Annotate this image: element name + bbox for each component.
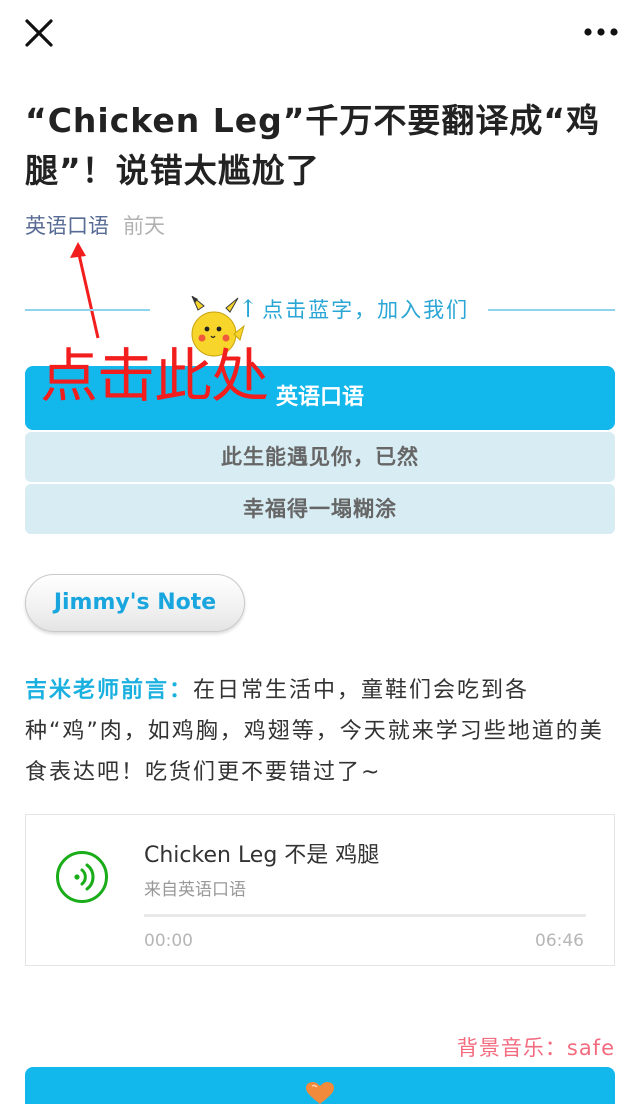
audio-duration: 06:46 xyxy=(535,931,584,951)
follow-hint-label: 点击蓝字，加入我们 xyxy=(262,298,470,322)
audio-current-time: 00:00 xyxy=(144,931,193,951)
banner-line-2: 幸福得一塌糊涂 xyxy=(25,484,615,534)
more-dots-icon[interactable] xyxy=(578,18,624,46)
intro-lead: 吉米老师前言： xyxy=(25,678,194,703)
article-title: “Chicken Leg”千万不要翻译成“鸡腿”！说错太尴尬了 xyxy=(25,101,601,190)
banner-line-1: 此生能遇见你，已然 xyxy=(25,432,615,482)
jimmys-note-button[interactable]: Jimmy's Note xyxy=(25,574,245,632)
follow-hint[interactable]: ↑点击蓝字，加入我们 xyxy=(238,293,469,326)
top-bar xyxy=(0,0,640,70)
heart-icon xyxy=(306,1082,334,1104)
close-icon[interactable] xyxy=(22,16,56,50)
background-music-label[interactable]: 背景音乐：safe xyxy=(457,1032,615,1064)
account-name-link[interactable]: 英语口语 xyxy=(25,214,109,238)
red-arrow-icon xyxy=(70,242,100,339)
audio-player[interactable]: Chicken Leg 不是 鸡腿 来自英语口语 00:00 06:46 xyxy=(25,814,615,966)
publish-date: 前天 xyxy=(123,214,165,238)
audio-play-icon[interactable] xyxy=(55,850,109,904)
divider-left xyxy=(25,309,150,311)
click-here-annotation: 点击此处 xyxy=(40,342,269,410)
intro-paragraph: 吉米老师前言：在日常生活中，童鞋们会吃到各种“鸡”肉，如鸡胸，鸡翅等，今天就来学… xyxy=(25,670,617,793)
audio-title: Chicken Leg 不是 鸡腿 xyxy=(144,843,380,868)
audio-source: 来自英语口语 xyxy=(144,880,246,900)
divider-right xyxy=(488,309,615,311)
account-banner-label: 英语口语 xyxy=(275,385,364,410)
article-meta: 英语口语 前天 xyxy=(25,211,165,241)
audio-progress-track[interactable] xyxy=(144,914,586,917)
